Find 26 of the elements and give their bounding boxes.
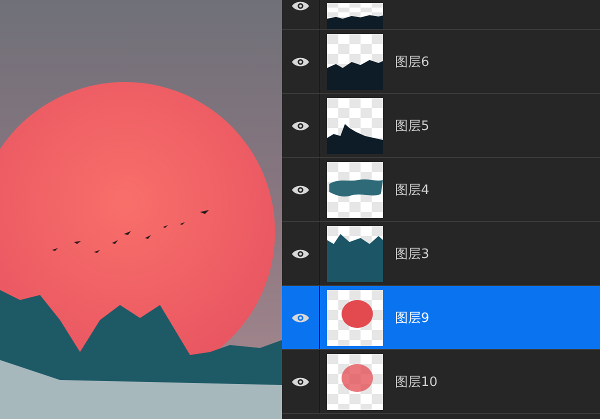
eye-icon[interactable] [291,120,310,132]
eye-icon[interactable] [291,248,310,260]
layer-thumbnail [327,3,383,29]
layer-row[interactable]: 图层5 [282,94,600,158]
eye-icon[interactable] [291,0,310,12]
layer-row[interactable]: 图层10 [282,350,600,414]
layer-name: 图层6 [395,54,430,70]
layer-row[interactable]: 图层9 [282,286,600,350]
layer-row[interactable]: 图层4 [282,158,600,222]
layer-row[interactable]: 图层6 [282,30,600,94]
layer-thumbnail [327,98,383,154]
layer-name: 图层4 [395,182,430,198]
layer-name: 图层3 [395,246,430,262]
layer-thumbnail [327,162,383,218]
eye-icon[interactable] [291,376,310,388]
layer-thumbnail [327,290,383,346]
layer-name: 图层10 [395,374,438,390]
eye-icon[interactable] [291,184,310,196]
layer-name: 图层5 [395,118,430,134]
layer-row[interactable]: 图层3 [282,222,600,286]
layer-thumbnail [327,226,383,282]
layer-thumbnail [327,354,383,410]
layer-name: 图层9 [395,310,430,326]
eye-icon[interactable] [291,56,310,68]
layer-row[interactable] [282,0,600,30]
layer-thumbnail [327,34,383,90]
